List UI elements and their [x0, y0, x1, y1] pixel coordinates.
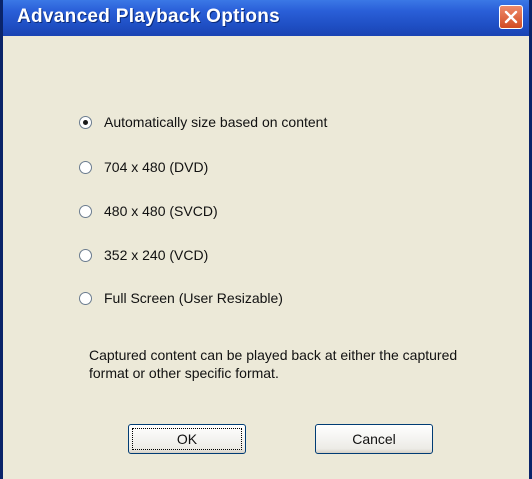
option-label: 352 x 240 (VCD) — [104, 247, 209, 263]
option-label: Full Screen (User Resizable) — [104, 290, 283, 306]
dialog-title: Advanced Playback Options — [17, 6, 281, 27]
option-dvd[interactable]: 704 x 480 (DVD) — [79, 155, 208, 179]
dialog-window: Advanced Playback Options Automatically … — [0, 0, 532, 479]
cancel-button[interactable]: Cancel — [315, 424, 433, 454]
radio-button-svcd[interactable] — [79, 204, 92, 218]
option-label: 480 x 480 (SVCD) — [104, 203, 218, 219]
option-label: 704 x 480 (DVD) — [104, 159, 209, 175]
option-auto-size[interactable]: Automatically size based on content — [79, 110, 327, 134]
ok-button[interactable]: OK — [128, 424, 246, 454]
description-text: Captured content can be played back at e… — [89, 347, 458, 381]
option-full-screen[interactable]: Full Screen (User Resizable) — [79, 286, 283, 310]
option-label: Automatically size based on content — [104, 114, 328, 130]
radio-button-full-screen[interactable] — [79, 291, 92, 305]
focus-ring — [132, 428, 242, 450]
radio-button-auto-size[interactable] — [79, 115, 92, 129]
radio-button-dvd[interactable] — [79, 160, 92, 174]
title-bar[interactable]: Advanced Playback Options — [3, 0, 529, 36]
radio-button-vcd[interactable] — [79, 248, 92, 262]
option-vcd[interactable]: 352 x 240 (VCD) — [79, 243, 208, 267]
cancel-button-label: Cancel — [352, 431, 396, 447]
close-icon — [504, 10, 518, 24]
close-button[interactable] — [499, 5, 523, 29]
option-svcd[interactable]: 480 x 480 (SVCD) — [79, 199, 218, 223]
